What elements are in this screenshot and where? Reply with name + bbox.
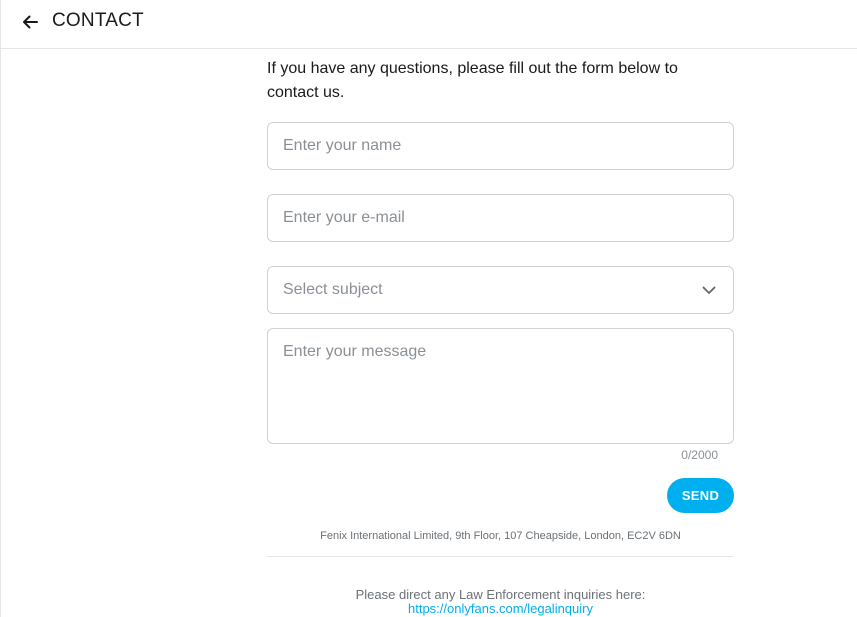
subject-select[interactable]: Select subject bbox=[267, 266, 734, 314]
page-title: CONTACT bbox=[52, 10, 144, 31]
arrow-left-icon bbox=[23, 15, 38, 29]
contact-page: CONTACT If you have any questions, pleas… bbox=[0, 0, 857, 617]
back-button[interactable] bbox=[15, 8, 45, 36]
law-enforcement-text: Please direct any Law Enforcement inquir… bbox=[355, 587, 646, 602]
legal-inquiry-link[interactable]: https://onlyfans.com/legalinquiry bbox=[267, 601, 734, 616]
character-counter: 0/2000 bbox=[681, 448, 718, 462]
email-input[interactable] bbox=[267, 194, 734, 242]
name-input[interactable] bbox=[267, 122, 734, 170]
page-header: CONTACT bbox=[1, 0, 857, 49]
chevron-down-icon bbox=[702, 286, 716, 294]
footer-divider bbox=[267, 556, 734, 557]
company-address: Fenix International Limited, 9th Floor, … bbox=[320, 530, 681, 542]
intro-text: If you have any questions, please fill o… bbox=[267, 60, 678, 101]
send-button[interactable]: SEND bbox=[667, 478, 734, 513]
message-textarea[interactable] bbox=[267, 328, 734, 444]
subject-select-value: Select subject bbox=[283, 281, 383, 298]
